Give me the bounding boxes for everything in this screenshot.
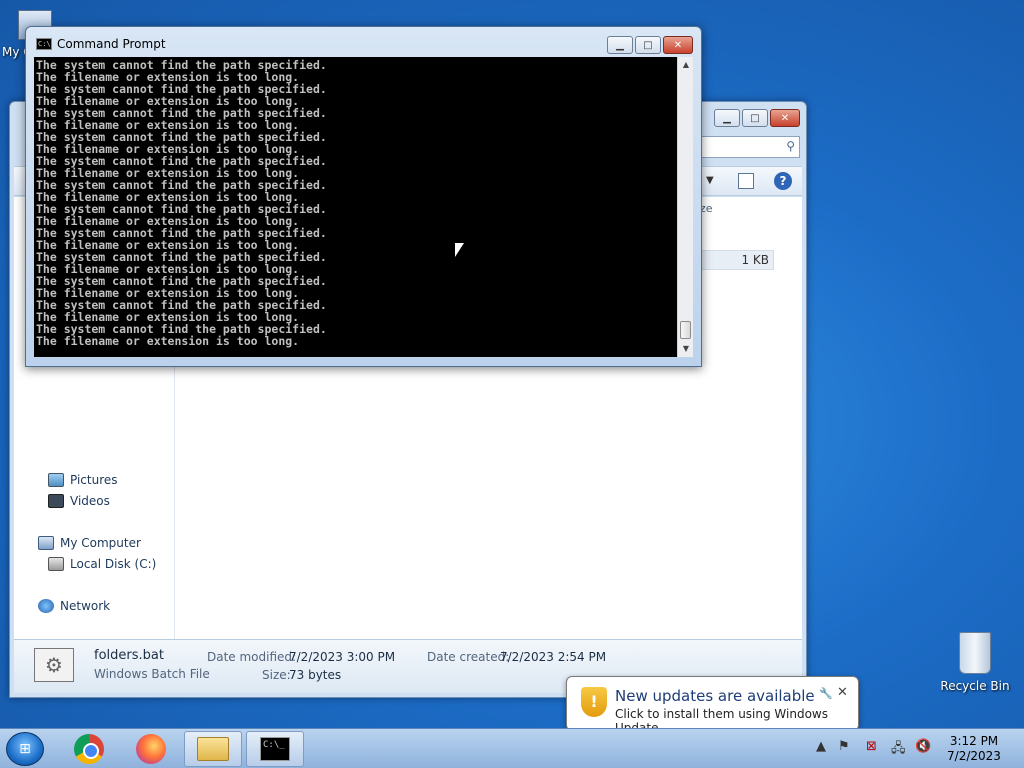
- computer-icon: [38, 536, 54, 550]
- pictures-icon: [48, 473, 64, 487]
- warning-shield-icon: !: [581, 687, 607, 717]
- minimize-button[interactable]: ▁: [714, 109, 740, 127]
- mouse-pointer-icon: [455, 243, 464, 257]
- close-notification-button[interactable]: ✕: [837, 685, 848, 700]
- date-created-label: Date created:: [427, 650, 510, 664]
- size-label: Size:: [262, 668, 291, 682]
- search-icon: ⚲: [786, 139, 795, 153]
- windows-logo-icon: ⊞: [19, 741, 31, 757]
- scroll-up-icon[interactable]: ▲: [678, 57, 694, 73]
- network-icon: [38, 599, 54, 613]
- date-modified-label: Date modified:: [207, 650, 297, 664]
- preview-pane-icon[interactable]: [738, 173, 754, 189]
- nav-label: Network: [60, 599, 111, 613]
- desktop-icon-recycle-bin[interactable]: Recycle Bin: [935, 632, 1015, 693]
- show-hidden-icons-icon[interactable]: ▲: [816, 739, 826, 754]
- vertical-scrollbar[interactable]: ▲ ▼: [677, 57, 693, 357]
- taskbar-cmd[interactable]: C:\_: [246, 731, 304, 767]
- cmd-icon: C:\: [36, 38, 52, 50]
- volume-muted-icon[interactable]: 🔇: [915, 739, 931, 754]
- nav-item-pictures[interactable]: Pictures: [48, 473, 118, 487]
- details-file-name: folders.bat: [94, 648, 164, 663]
- maximize-button[interactable]: □: [635, 36, 661, 54]
- minimize-button[interactable]: ▁: [607, 36, 633, 54]
- search-input[interactable]: ⚲: [700, 136, 800, 158]
- nav-label: Pictures: [70, 473, 118, 487]
- drive-icon: [48, 557, 64, 571]
- window-title: Command Prompt: [57, 37, 166, 51]
- window-controls: ▁ □ ✕: [714, 109, 800, 127]
- view-options-chevron-icon[interactable]: ▼: [706, 175, 714, 186]
- chrome-icon: [74, 734, 104, 764]
- maximize-button[interactable]: □: [742, 109, 768, 127]
- folder-icon: [197, 737, 229, 761]
- close-button[interactable]: ✕: [663, 36, 693, 54]
- recycle-bin-icon: [959, 632, 991, 674]
- action-center-icon[interactable]: ⚑: [838, 739, 850, 754]
- command-prompt-window[interactable]: C:\ Command Prompt ▁ □ ✕ The system cann…: [25, 26, 702, 367]
- console-line: The filename or extension is too long.: [36, 334, 300, 348]
- nav-item-network[interactable]: Network: [38, 599, 110, 613]
- network-icon[interactable]: 🖧: [891, 739, 906, 761]
- taskbar-chrome[interactable]: [60, 731, 118, 767]
- start-button[interactable]: ⊞: [6, 732, 44, 766]
- size-value: 73 bytes: [289, 668, 342, 682]
- scroll-thumb[interactable]: [680, 321, 691, 339]
- cmd-icon: C:\_: [260, 737, 290, 761]
- file-size-cell[interactable]: 1 KB: [700, 250, 774, 270]
- scroll-down-icon[interactable]: ▼: [678, 341, 694, 357]
- date-modified-value: 7/2/2023 3:00 PM: [289, 650, 396, 664]
- help-icon[interactable]: ?: [774, 172, 792, 190]
- options-wrench-icon[interactable]: 🔧: [819, 687, 833, 700]
- title-bar[interactable]: C:\ Command Prompt ▁ □ ✕: [26, 27, 701, 57]
- desktop-icon-label: Recycle Bin: [940, 679, 1010, 693]
- nav-item-videos[interactable]: Videos: [48, 494, 110, 508]
- taskbar: ⊞ C:\_ ▲ ⚑ ⊠ 🖧 🔇 3:12 PM 7/2/2023: [0, 728, 1024, 768]
- close-button[interactable]: ✕: [770, 109, 800, 127]
- nav-label: My Computer: [60, 536, 141, 550]
- network-disconnected-icon[interactable]: ⊠: [866, 739, 877, 754]
- taskbar-explorer[interactable]: [184, 731, 242, 767]
- details-file-type: Windows Batch File: [94, 667, 210, 681]
- console-output[interactable]: The system cannot find the path specifie…: [34, 57, 677, 357]
- clock-time: 3:12 PM: [949, 734, 999, 748]
- taskbar-firefox[interactable]: [122, 731, 180, 767]
- clock[interactable]: 3:12 PM 7/2/2023: [940, 734, 1008, 764]
- videos-icon: [48, 494, 64, 508]
- nav-item-my-computer[interactable]: My Computer: [38, 536, 141, 550]
- date-created-value: 7/2/2023 2:54 PM: [500, 650, 607, 664]
- window-controls: ▁ □ ✕: [607, 36, 693, 54]
- firefox-icon: [136, 734, 166, 764]
- clock-date: 7/2/2023: [947, 749, 1001, 763]
- update-notification[interactable]: ! New updates are available Click to ins…: [566, 676, 859, 741]
- nav-item-local-disk[interactable]: Local Disk (C:): [48, 557, 156, 571]
- batch-file-icon: ⚙: [34, 648, 74, 682]
- nav-label: Local Disk (C:): [70, 557, 157, 571]
- nav-label: Videos: [70, 494, 110, 508]
- notification-title: New updates are available: [615, 687, 815, 705]
